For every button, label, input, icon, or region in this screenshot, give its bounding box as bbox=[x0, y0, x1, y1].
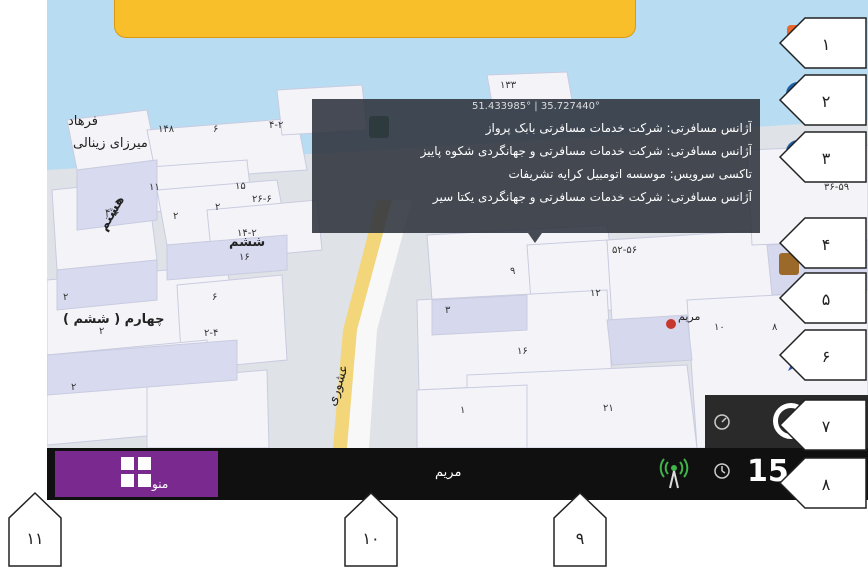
callout-label-5: ۵ bbox=[822, 290, 831, 309]
callout-label-3: ۳ bbox=[822, 149, 831, 168]
callout-label-6: ۶ bbox=[822, 347, 831, 366]
callout-overlay: ۱ ۲ ۳ ۴ ۵ ۶ ۷ ۸ ۹ ۱۰ ۱۱ bbox=[8, 17, 867, 567]
callout-label-9: ۹ bbox=[576, 529, 585, 548]
callout-label-11: ۱۱ bbox=[26, 529, 43, 548]
callout-label-2: ۲ bbox=[822, 92, 831, 111]
callout-label-1: ۱ bbox=[822, 35, 831, 54]
callout-label-8: ۸ bbox=[822, 475, 831, 494]
callout-label-10: ۱۰ bbox=[362, 529, 379, 548]
callout-label-7: ۷ bbox=[822, 417, 831, 436]
callout-label-4: ۴ bbox=[822, 235, 831, 254]
